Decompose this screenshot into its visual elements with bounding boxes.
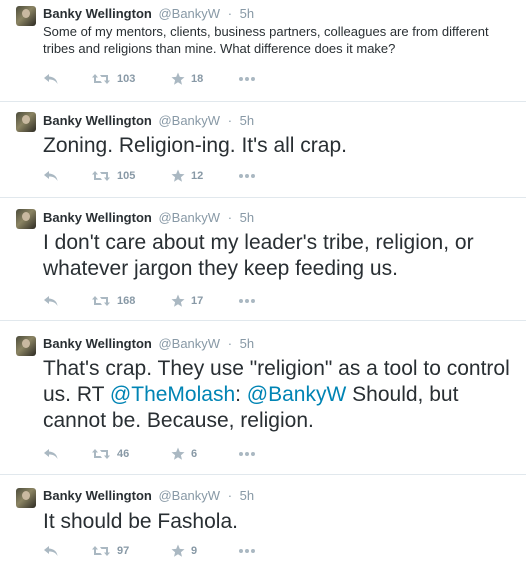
tweet-text-part: : <box>235 383 247 406</box>
avatar[interactable] <box>16 488 36 508</box>
tweet-text: It should be Fashola. <box>43 509 518 535</box>
more-icon <box>238 173 256 179</box>
retweet-icon <box>91 170 111 182</box>
author-name[interactable]: Banky Wellington <box>43 113 152 128</box>
separator: · <box>227 113 233 128</box>
reply-icon <box>43 170 59 182</box>
more-button[interactable] <box>238 168 256 184</box>
tweet-header: Banky Wellington @BankyW · 5h <box>43 6 254 22</box>
retweet-icon <box>91 545 111 557</box>
star-icon <box>171 169 185 183</box>
tweet[interactable]: Banky Wellington @BankyW · 5h I don't ca… <box>0 199 526 321</box>
separator: · <box>227 210 233 225</box>
tweet-header: Banky Wellington @BankyW · 5h <box>43 210 254 226</box>
avatar[interactable] <box>16 6 36 26</box>
tweet-header: Banky Wellington @BankyW · 5h <box>43 336 254 352</box>
favorite-button[interactable]: 18 <box>171 71 203 87</box>
reply-button[interactable] <box>43 71 59 87</box>
star-icon <box>171 447 185 461</box>
tweet[interactable]: Banky Wellington @BankyW · 5h It should … <box>0 476 526 566</box>
favorite-count: 17 <box>191 295 204 307</box>
favorite-button[interactable]: 17 <box>171 293 203 309</box>
more-icon <box>238 548 256 554</box>
tweet-text: I don't care about my leader's tribe, re… <box>43 230 518 282</box>
avatar[interactable] <box>16 112 36 132</box>
timestamp[interactable]: 5h <box>240 336 254 351</box>
favorite-count: 6 <box>191 448 198 460</box>
reply-button[interactable] <box>43 543 59 559</box>
timestamp[interactable]: 5h <box>240 488 254 503</box>
author-handle[interactable]: @BankyW <box>158 113 220 128</box>
star-icon <box>171 544 185 558</box>
timestamp[interactable]: 5h <box>240 210 254 225</box>
tweet-header: Banky Wellington @BankyW · 5h <box>43 488 254 504</box>
mention-link[interactable]: @TheMolash <box>110 383 235 406</box>
reply-icon <box>43 295 59 307</box>
favorite-button[interactable]: 9 <box>171 543 197 559</box>
reply-icon <box>43 448 59 460</box>
retweet-button[interactable]: 105 <box>91 168 135 184</box>
author-name[interactable]: Banky Wellington <box>43 6 152 21</box>
retweet-count: 103 <box>117 73 136 85</box>
star-icon <box>171 294 185 308</box>
separator: · <box>227 6 233 21</box>
retweet-button[interactable]: 97 <box>91 543 129 559</box>
separator: · <box>227 488 233 503</box>
retweet-count: 97 <box>117 545 130 557</box>
tweet-text: Zoning. Religion-ing. It's all crap. <box>43 133 518 159</box>
more-button[interactable] <box>238 446 256 462</box>
author-name[interactable]: Banky Wellington <box>43 488 152 503</box>
author-handle[interactable]: @BankyW <box>158 336 220 351</box>
retweet-button[interactable]: 168 <box>91 293 135 309</box>
reply-button[interactable] <box>43 293 59 309</box>
star-icon <box>171 72 185 86</box>
tweet[interactable]: Banky Wellington @BankyW · 5h Zoning. Re… <box>0 103 526 198</box>
tweet[interactable]: Banky Wellington @BankyW · 5h That's cra… <box>0 322 526 475</box>
author-name[interactable]: Banky Wellington <box>43 336 152 351</box>
tweet-text-part: It should be Fashola. <box>43 510 238 533</box>
tweet[interactable]: Banky Wellington @BankyW · 5h Some of my… <box>0 0 526 102</box>
retweet-count: 105 <box>117 170 136 182</box>
timestamp[interactable]: 5h <box>240 6 254 21</box>
mention-link[interactable]: @BankyW <box>247 383 347 406</box>
author-handle[interactable]: @BankyW <box>158 6 220 21</box>
tweet-text-part: Zoning. Religion-ing. It's all crap. <box>43 134 347 157</box>
avatar[interactable] <box>16 336 36 356</box>
retweet-button[interactable]: 103 <box>91 71 135 87</box>
timestamp[interactable]: 5h <box>240 113 254 128</box>
more-button[interactable] <box>238 71 256 87</box>
more-button[interactable] <box>238 293 256 309</box>
reply-icon <box>43 73 59 85</box>
avatar[interactable] <box>16 209 36 229</box>
separator: · <box>227 336 233 351</box>
retweet-icon <box>91 73 111 85</box>
favorite-button[interactable]: 6 <box>171 446 197 462</box>
more-icon <box>238 451 256 457</box>
retweet-count: 168 <box>117 295 136 307</box>
retweet-button[interactable]: 46 <box>91 446 129 462</box>
favorite-button[interactable]: 12 <box>171 168 203 184</box>
favorite-count: 9 <box>191 545 198 557</box>
reply-icon <box>43 545 59 557</box>
author-handle[interactable]: @BankyW <box>158 210 220 225</box>
more-icon <box>238 298 256 304</box>
more-button[interactable] <box>238 543 256 559</box>
tweet-header: Banky Wellington @BankyW · 5h <box>43 113 254 129</box>
tweet-text-part: Some of my mentors, clients, business pa… <box>43 24 489 56</box>
tweet-text: That's crap. They use "religion" as a to… <box>43 356 518 434</box>
retweet-icon <box>91 448 111 460</box>
author-handle[interactable]: @BankyW <box>158 488 220 503</box>
reply-button[interactable] <box>43 446 59 462</box>
more-icon <box>238 76 256 82</box>
retweet-count: 46 <box>117 448 130 460</box>
tweet-text-part: I don't care about my leader's tribe, re… <box>43 231 474 280</box>
author-name[interactable]: Banky Wellington <box>43 210 152 225</box>
retweet-icon <box>91 295 111 307</box>
reply-button[interactable] <box>43 168 59 184</box>
tweet-text: Some of my mentors, clients, business pa… <box>43 23 518 57</box>
favorite-count: 12 <box>191 170 204 182</box>
favorite-count: 18 <box>191 73 204 85</box>
